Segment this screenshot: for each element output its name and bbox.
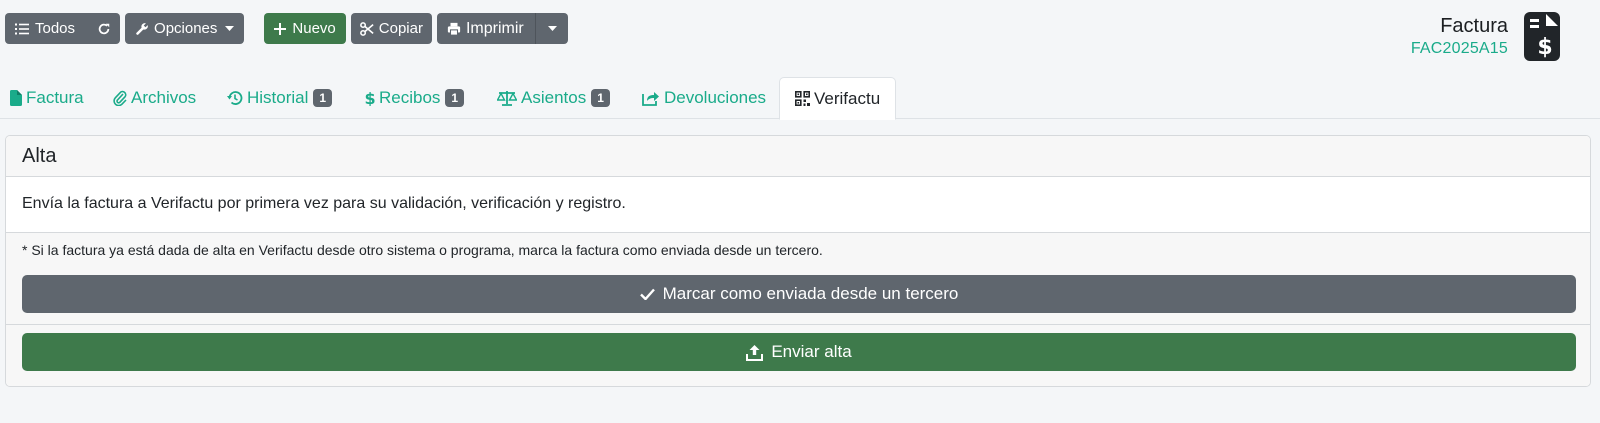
scissors-icon [359,21,374,36]
send-alta-label: Enviar alta [771,342,852,361]
tab-devoluciones[interactable]: Devoluciones [642,77,766,119]
options-dropdown[interactable]: Opciones [125,13,245,44]
caret-down-icon [547,25,557,31]
refresh-button[interactable] [85,13,121,44]
tab-label: Historial [247,88,309,107]
print-button-group: Imprimir [436,13,568,44]
check-icon [639,288,655,300]
toolbar: Todos Opciones Nuevo Copiar Imprimir [5,13,568,44]
tab-factura[interactable]: Factura [10,77,84,119]
third-party-section: * Si la factura ya está dada de alta en … [6,233,1590,325]
send-alta-button[interactable]: Enviar alta [22,333,1576,371]
mark-sent-third-party-button[interactable]: Marcar como enviada desde un tercero [22,275,1576,313]
dollar-icon: $ [365,90,375,106]
plus-icon [274,22,287,35]
print-button[interactable]: Imprimir [436,13,535,44]
upload-icon [746,344,764,361]
svg-text:$: $ [365,90,375,106]
alta-card: Alta Envía la factura a Verifactu por pr… [5,135,1591,387]
printer-icon [447,22,461,36]
invoice-dollar-icon: $ [1524,12,1560,61]
qrcode-icon [795,91,810,106]
tab-badge: 1 [591,89,610,107]
history-icon [227,91,243,105]
tab-label: Factura [26,88,84,107]
tab-badge: 1 [445,89,465,107]
tab-historial[interactable]: Historial 1 [227,77,333,119]
new-button[interactable]: Nuevo [264,13,346,44]
tab-recibos[interactable]: $ Recibos 1 [365,77,465,119]
document-code: FAC2025A15 [1410,40,1508,57]
paperclip-icon [113,90,127,106]
scale-icon [497,91,517,106]
tab-verifactu[interactable]: Verifactu [779,77,897,120]
tab-asientos[interactable]: Asientos 1 [497,77,610,119]
wrench-icon [136,22,148,35]
tab-label: Verifactu [814,88,881,108]
tab-label: Recibos [379,88,441,107]
new-label: Nuevo [292,20,336,37]
all-button[interactable]: Todos [5,13,86,44]
refresh-icon [98,23,110,34]
tab-label: Devoluciones [664,88,767,107]
card-footer: Enviar alta [6,325,1590,386]
print-options-toggle[interactable] [535,13,568,44]
caret-down-icon [225,25,235,31]
list-icon [15,23,29,34]
share-icon [642,92,659,106]
tab-archivos[interactable]: Archivos [113,77,196,119]
tab-label: Archivos [131,88,197,107]
mark-sent-label: Marcar como enviada desde un tercero [662,284,959,303]
tab-label: Asientos [521,88,587,107]
tab-bar: Factura Archivos Historial 1 $ Recibos 1… [0,77,1600,120]
all-button-label: Todos [35,20,76,37]
document-type-title: Factura [1440,15,1508,37]
card-description: Envía la factura a Verifactu por primera… [6,177,1590,233]
file-icon [10,90,22,106]
options-label: Opciones [154,20,218,37]
print-label: Imprimir [465,19,524,37]
third-party-note: * Si la factura ya está dada de alta en … [22,242,823,258]
all-button-group: Todos [5,13,121,44]
card-title: Alta [6,136,1590,177]
tab-badge: 1 [313,89,333,107]
copy-button[interactable]: Copiar [350,13,432,44]
copy-label: Copiar [378,20,423,37]
svg-text:$: $ [1537,35,1552,60]
